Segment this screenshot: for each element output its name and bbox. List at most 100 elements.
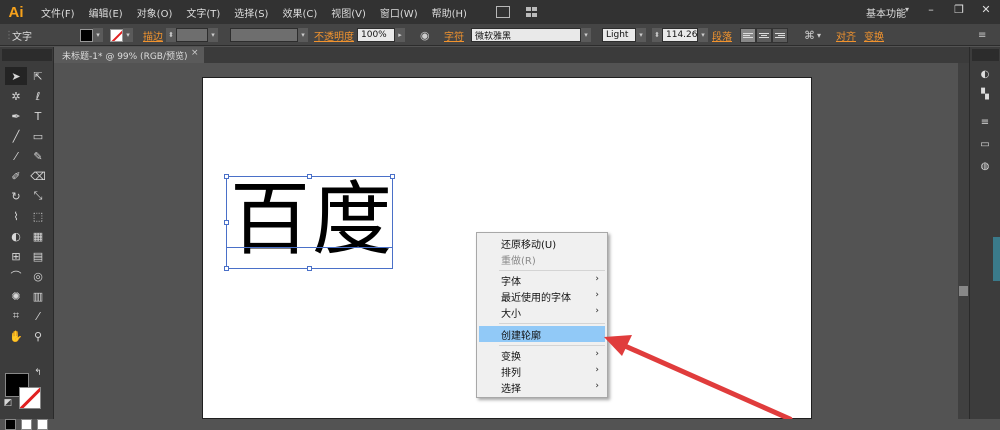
zoom-tool-icon[interactable]: ⚲ (27, 327, 49, 345)
chevron-down-icon[interactable]: ▾ (123, 28, 133, 42)
workspace-switcher[interactable]: 基本功能 (866, 5, 906, 20)
rotate-tool-icon[interactable]: ↻ (5, 187, 27, 205)
menu-window[interactable]: 窗口(W) (373, 5, 425, 20)
menu-item-create-outlines[interactable]: 创建轮廓 (479, 326, 605, 342)
default-fill-stroke-icon[interactable]: ◩ (2, 397, 14, 409)
font-size-stepper[interactable]: ⬍ (652, 28, 662, 42)
blend-tool-icon[interactable]: ◎ (27, 267, 49, 285)
gradient-panel-icon[interactable]: ▭ (977, 137, 993, 151)
panel-header[interactable] (972, 49, 999, 61)
scale-tool-icon[interactable]: ⤡ (27, 187, 49, 205)
close-button[interactable]: ✕ (972, 0, 1000, 18)
chevron-down-icon[interactable]: ▾ (581, 28, 591, 42)
eraser-tool-icon[interactable]: ⌫ (27, 167, 49, 185)
vertical-scrollbar[interactable] (958, 63, 969, 419)
eyedropper-tool-icon[interactable]: ⌒ (5, 267, 27, 285)
pen-tool-icon[interactable]: ✒ (5, 107, 27, 125)
scrollbar-thumb[interactable] (959, 286, 968, 296)
chevron-down-icon[interactable]: ▾ (208, 28, 218, 42)
recolor-icon[interactable]: ◉ (420, 29, 430, 42)
resize-handle[interactable] (224, 266, 229, 271)
color-guide-icon[interactable]: ▚ (977, 87, 993, 101)
menu-item-transform[interactable]: 变换 › (477, 347, 607, 363)
stroke-swatch[interactable] (19, 387, 41, 409)
font-family-select[interactable]: 微软雅黑 (471, 28, 581, 42)
panel-menu-icon[interactable]: ≡ (978, 30, 986, 41)
menu-item-undo-move[interactable]: 还原移动(U) (477, 235, 607, 251)
selection-tool-icon[interactable]: ➤ (5, 67, 27, 85)
transparency-panel-icon[interactable]: ◍ (977, 159, 993, 173)
rectangle-tool-icon[interactable]: ▭ (27, 127, 49, 145)
menu-help[interactable]: 帮助(H) (425, 5, 474, 20)
blob-brush-tool-icon[interactable]: ✐ (5, 167, 27, 185)
menu-file[interactable]: 文件(F) (34, 5, 82, 20)
paintbrush-tool-icon[interactable]: ⁄ (5, 147, 27, 165)
paragraph-link[interactable]: 段落 (712, 28, 732, 43)
transform-link[interactable]: 变换 (864, 28, 884, 43)
panel-header[interactable] (2, 49, 52, 61)
chevron-down-icon[interactable]: ▾ (817, 31, 821, 40)
minimize-button[interactable]: – (917, 0, 945, 18)
document-tab[interactable]: 未标题-1* @ 99% (RGB/预览) (54, 47, 204, 63)
opacity-link[interactable]: 不透明度 (314, 28, 354, 43)
text-wrap-icon[interactable]: ⌘ (804, 29, 815, 42)
resize-handle[interactable] (307, 174, 312, 179)
magic-wand-tool-icon[interactable]: ✲ (5, 87, 27, 105)
none-mode-icon[interactable] (37, 419, 48, 430)
menu-item-arrange[interactable]: 排列 › (477, 363, 607, 379)
resize-handle[interactable] (224, 220, 229, 225)
stroke-panel-icon[interactable]: ≡ (977, 115, 993, 129)
free-transform-tool-icon[interactable]: ⬚ (27, 207, 49, 225)
direct-selection-tool-icon[interactable]: ⇱ (27, 67, 49, 85)
chevron-down-icon[interactable]: ▾ (636, 28, 646, 42)
menu-item-font[interactable]: 字体 › (477, 272, 607, 288)
stroke-weight-stepper[interactable]: ⬍ (166, 28, 176, 42)
align-right-button[interactable] (772, 27, 788, 43)
resize-handle[interactable] (224, 174, 229, 179)
bridge-icon[interactable] (495, 6, 510, 18)
slice-tool-icon[interactable]: ⁄ (27, 307, 49, 325)
line-tool-icon[interactable]: ╱ (5, 127, 27, 145)
pencil-tool-icon[interactable]: ✎ (27, 147, 49, 165)
fill-color-swatch[interactable] (80, 28, 93, 42)
chevron-down-icon[interactable]: ▾ (698, 28, 708, 42)
menu-item-recent-fonts[interactable]: 最近使用的字体 › (477, 288, 607, 304)
artboard-tool-icon[interactable]: ⌗ (5, 307, 27, 325)
color-mode-icon[interactable] (5, 419, 16, 430)
swap-fill-stroke-icon[interactable]: ↰ (32, 367, 44, 379)
font-style-select[interactable]: Light (602, 28, 636, 42)
menu-type[interactable]: 文字(T) (179, 5, 227, 20)
collapsed-panel-tab[interactable] (993, 237, 1000, 281)
menu-edit[interactable]: 编辑(E) (82, 5, 130, 20)
opacity-input[interactable]: 100% (357, 28, 395, 42)
menu-item-select[interactable]: 选择 › (477, 379, 607, 395)
lasso-tool-icon[interactable]: ℓ (27, 87, 49, 105)
width-tool-icon[interactable]: ⌇ (5, 207, 27, 225)
chevron-down-icon[interactable]: ▾ (93, 28, 103, 42)
menu-view[interactable]: 视图(V) (324, 5, 373, 20)
type-tool-icon[interactable]: T (27, 107, 49, 125)
resize-handle[interactable] (307, 266, 312, 271)
stroke-link[interactable]: 描边 (143, 28, 163, 43)
color-panel-icon[interactable]: ◐ (977, 67, 993, 81)
column-graph-tool-icon[interactable]: ▥ (27, 287, 49, 305)
variable-width-profile-select[interactable] (230, 28, 298, 42)
align-link[interactable]: 对齐 (836, 28, 856, 43)
align-left-button[interactable] (740, 27, 756, 43)
character-link[interactable]: 字符 (444, 28, 464, 43)
gradient-mode-icon[interactable] (21, 419, 32, 430)
perspective-grid-tool-icon[interactable]: ▦ (27, 227, 49, 245)
chevron-down-icon[interactable]: ▾ (905, 5, 909, 14)
resize-handle[interactable] (390, 174, 395, 179)
hand-tool-icon[interactable]: ✋ (5, 327, 27, 345)
font-size-input[interactable]: 114.26 (662, 28, 698, 42)
arrange-documents-icon[interactable] (525, 6, 539, 18)
close-icon[interactable]: × (191, 48, 199, 58)
shape-builder-tool-icon[interactable]: ◐ (5, 227, 27, 245)
chevron-down-icon[interactable]: ▾ (298, 28, 308, 42)
stroke-weight-input[interactable] (176, 28, 208, 42)
maximize-button[interactable]: ❐ (945, 0, 973, 18)
menu-select[interactable]: 选择(S) (227, 5, 275, 20)
mesh-tool-icon[interactable]: ⊞ (5, 247, 27, 265)
gradient-tool-icon[interactable]: ▤ (27, 247, 49, 265)
